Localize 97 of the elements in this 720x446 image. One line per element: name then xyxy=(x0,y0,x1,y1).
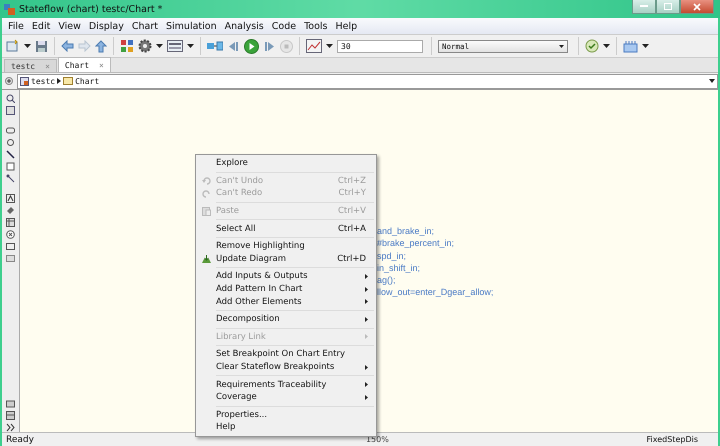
folder-icon[interactable] xyxy=(6,399,15,408)
tab[interactable]: testc × xyxy=(4,59,57,72)
menu-item[interactable]: File xyxy=(4,20,28,32)
menu-item[interactable]: Chart xyxy=(128,20,162,32)
submenu-arrow-icon xyxy=(365,274,368,279)
submenu-arrow-icon xyxy=(365,316,368,322)
step-forward-icon[interactable] xyxy=(263,40,276,52)
menu-item[interactable]: Tools xyxy=(300,20,332,32)
submenu-arrow-icon xyxy=(365,334,368,340)
build-icon[interactable] xyxy=(623,39,638,53)
caret-icon[interactable] xyxy=(24,44,31,48)
step-back-icon[interactable] xyxy=(227,40,240,52)
chart-icon xyxy=(63,77,74,85)
table-tool-icon[interactable] xyxy=(6,218,15,227)
code-text: llow_out=enter_Dgear_allow; xyxy=(377,286,494,299)
submenu-arrow-icon xyxy=(365,364,368,370)
up-arrow-icon[interactable] xyxy=(95,40,107,52)
caret-icon[interactable] xyxy=(187,44,194,48)
caret-icon[interactable] xyxy=(642,44,649,48)
menu-item[interactable]: Add Pattern In Chart xyxy=(196,282,376,296)
gear-icon[interactable] xyxy=(138,39,152,53)
tab[interactable]: Chart × xyxy=(58,57,111,72)
zoom-icon[interactable] xyxy=(6,94,15,103)
code-text: in_shift_in; xyxy=(377,262,422,274)
menu-item[interactable]: Add Other Elements xyxy=(196,295,376,308)
transition-tool-icon[interactable] xyxy=(6,150,15,159)
caret-icon[interactable] xyxy=(156,44,163,48)
menu-item[interactable]: Explore xyxy=(196,157,376,170)
junction-tool-icon[interactable] xyxy=(6,138,15,147)
menu-item[interactable]: Add Inputs & Outputs xyxy=(196,270,376,283)
explorer-icon[interactable] xyxy=(167,40,183,52)
menu-item[interactable]: Clear Stateflow Breakpoints xyxy=(196,360,376,374)
solver-text: FixedStepDis xyxy=(646,435,698,444)
submenu-arrow-icon xyxy=(365,382,368,388)
default-transition-icon[interactable] xyxy=(6,174,15,183)
code-text: and_brake_in; xyxy=(377,225,436,238)
function-tool-icon[interactable] xyxy=(6,206,15,215)
undo-icon xyxy=(202,176,210,186)
paste-icon xyxy=(202,206,210,216)
box-tool-icon[interactable] xyxy=(6,162,15,171)
caret-icon[interactable] xyxy=(326,44,333,48)
save-icon[interactable] xyxy=(35,40,48,52)
app-icon xyxy=(3,3,15,15)
code-text: ag(); xyxy=(377,274,397,286)
scope-icon[interactable] xyxy=(306,39,322,53)
submenu-arrow-icon xyxy=(365,394,368,400)
menu-item[interactable]: Coverage xyxy=(196,390,376,404)
caret-icon[interactable] xyxy=(709,79,715,83)
status-text: Ready xyxy=(6,434,34,444)
back-arrow-icon[interactable] xyxy=(61,40,74,52)
close-icon[interactable]: × xyxy=(99,60,104,70)
blocks-icon[interactable] xyxy=(207,40,223,52)
annotation-tool-icon[interactable] xyxy=(6,194,15,203)
submenu-arrow-icon xyxy=(365,286,368,292)
menu-item[interactable]: Remove Highlighting xyxy=(196,240,376,253)
panel-icon[interactable] xyxy=(6,411,15,420)
menu-item[interactable]: Update Diagram Ctrl+D xyxy=(196,252,376,266)
code-text: spd_in; xyxy=(377,250,408,262)
menu-item[interactable]: Analysis xyxy=(220,20,268,32)
new-model-icon[interactable] xyxy=(6,39,20,53)
menu-item[interactable]: Select All Ctrl+A xyxy=(196,222,376,235)
close-icon xyxy=(693,2,701,10)
minimize-button[interactable] xyxy=(632,0,656,14)
submenu-arrow-icon xyxy=(365,299,368,304)
maximize-button[interactable] xyxy=(656,0,680,14)
menu-item[interactable]: Simulation xyxy=(162,20,221,32)
window-title: Stateflow (chart) testc/Chart * xyxy=(19,4,162,14)
library-icon[interactable] xyxy=(120,39,134,53)
menu-item[interactable]: View xyxy=(54,20,85,32)
menu-item[interactable]: Properties... xyxy=(196,408,376,422)
menu-item[interactable]: Display xyxy=(84,20,128,32)
code-text: #brake_percent_in; xyxy=(377,237,456,250)
more-icon[interactable] xyxy=(6,423,15,432)
close-button[interactable] xyxy=(680,0,714,14)
history-junction-icon[interactable] xyxy=(6,230,15,239)
check-icon[interactable] xyxy=(585,39,599,53)
maximize-icon xyxy=(664,3,672,10)
menu-item[interactable]: Help xyxy=(196,421,376,434)
breadcrumb-link[interactable]: Chart xyxy=(75,76,100,86)
expand-icon[interactable] xyxy=(5,77,13,85)
separator-arrow-icon xyxy=(57,78,62,84)
caret-icon[interactable] xyxy=(603,44,610,48)
fit-icon[interactable] xyxy=(6,106,15,115)
state-tool-icon[interactable] xyxy=(6,126,15,135)
menu-item[interactable]: Help xyxy=(332,20,362,32)
model-icon xyxy=(20,76,29,86)
minimize-icon xyxy=(640,5,648,8)
menu-item[interactable]: Edit xyxy=(28,20,54,32)
caret-icon xyxy=(559,44,564,48)
stop-time-field[interactable]: 30 xyxy=(337,40,423,52)
breadcrumb-link[interactable]: testc xyxy=(31,76,56,86)
run-icon[interactable] xyxy=(244,38,259,54)
menu-item[interactable]: Set Breakpoint On Chart Entry xyxy=(196,348,376,361)
menu-item[interactable]: Decomposition xyxy=(196,312,376,326)
menu-item[interactable]: Requirements Traceability xyxy=(196,378,376,391)
menu-item[interactable]: Code xyxy=(268,20,300,32)
redo-icon xyxy=(202,188,210,198)
